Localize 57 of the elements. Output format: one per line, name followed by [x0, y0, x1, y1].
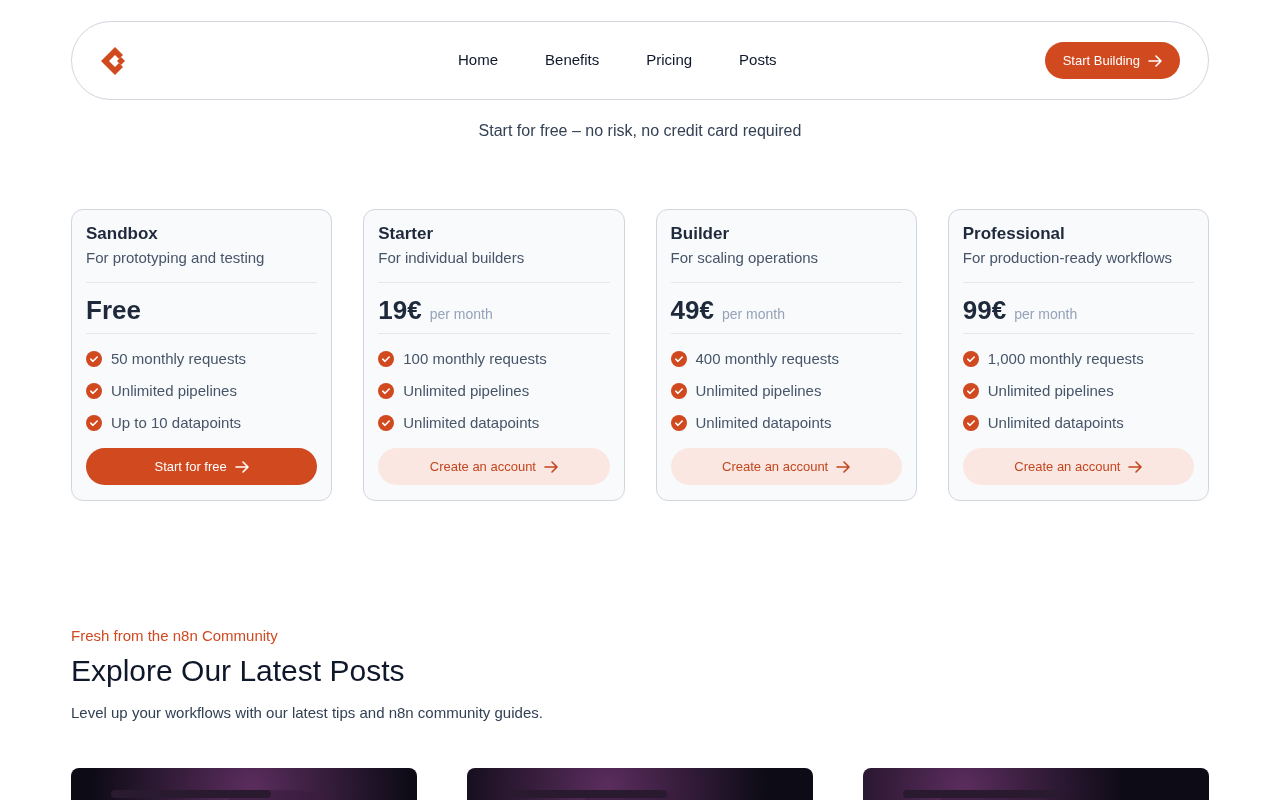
check-circle-icon: [86, 351, 102, 367]
feature-text: 1,000 monthly requests: [987, 349, 1144, 369]
price-period: per month: [429, 305, 493, 324]
nav-link[interactable]: Benefits: [545, 49, 600, 72]
feature-text: 50 monthly requests: [111, 349, 247, 369]
arrow-right-icon: [836, 459, 851, 474]
feature-text: Unlimited pipelines: [111, 381, 237, 401]
check-circle-icon: [962, 351, 979, 367]
feature-text: Up to 10 datapoints: [111, 413, 242, 433]
nav-link[interactable]: Pricing: [646, 49, 693, 72]
plan-name: Professional: [962, 223, 1066, 245]
check-circle-icon: [378, 383, 395, 399]
price-period: per month: [1014, 305, 1078, 324]
arrow-right-icon: [234, 459, 249, 474]
feature-text: 100 monthly requests: [403, 349, 547, 369]
plan-name: Starter: [378, 223, 435, 245]
plan-price: Free: [86, 294, 141, 327]
section-eyebrow: Fresh from the n8n Community: [71, 626, 279, 646]
check-circle-icon: [962, 383, 979, 399]
plan-button[interactable]: Start for free: [86, 448, 318, 485]
plan-name: Builder: [670, 223, 731, 245]
plan-tagline: For individual builders: [378, 248, 526, 268]
plan-button[interactable]: Create an account: [670, 448, 902, 485]
start-building-button[interactable]: Start Building: [1044, 42, 1180, 79]
check-circle-icon: [962, 415, 979, 431]
feature-text: 400 monthly requests: [695, 349, 839, 369]
nav-link[interactable]: Home: [458, 49, 499, 72]
check-circle-icon: [670, 383, 687, 399]
plan-tagline: For scaling operations: [670, 248, 820, 268]
price-period: per month: [721, 305, 785, 324]
section-description: Level up your workflows with our latest tips and n8n community guides.: [71, 702, 544, 723]
plan-price: 99€: [962, 294, 1007, 327]
plan-button[interactable]: Create an account: [378, 448, 610, 485]
check-circle-icon: [378, 415, 395, 431]
feature-text: Unlimited pipelines: [987, 381, 1114, 401]
check-circle-icon: [86, 415, 102, 431]
check-circle-icon: [378, 351, 395, 367]
feature-text: Unlimited datapoints: [403, 413, 540, 433]
feature-text: Unlimited datapoints: [695, 413, 832, 433]
plan-button[interactable]: Create an account: [962, 448, 1194, 485]
arrow-right-icon: [544, 459, 558, 474]
check-circle-icon: [670, 415, 687, 431]
arrow-right-icon: [1128, 459, 1143, 474]
check-circle-icon: [86, 383, 102, 399]
plan-price: 19€: [378, 294, 422, 327]
plan-name: Sandbox: [86, 223, 159, 245]
plan-tagline: For prototyping and testing: [86, 248, 266, 268]
feature-text: Unlimited pipelines: [695, 381, 822, 401]
nav-link[interactable]: Posts: [739, 49, 777, 72]
feature-text: Unlimited pipelines: [403, 381, 530, 401]
section-heading: Explore Our Latest Posts: [71, 652, 406, 689]
feature-text: Unlimited datapoints: [987, 413, 1124, 433]
check-circle-icon: [670, 351, 687, 367]
plan-price: 49€: [670, 294, 714, 327]
arrow-right-icon: [1148, 53, 1162, 68]
pricing-subtitle: Start for free – no risk, no credit card required: [477, 121, 803, 141]
plan-tagline: For production-ready workflows: [962, 248, 1173, 268]
